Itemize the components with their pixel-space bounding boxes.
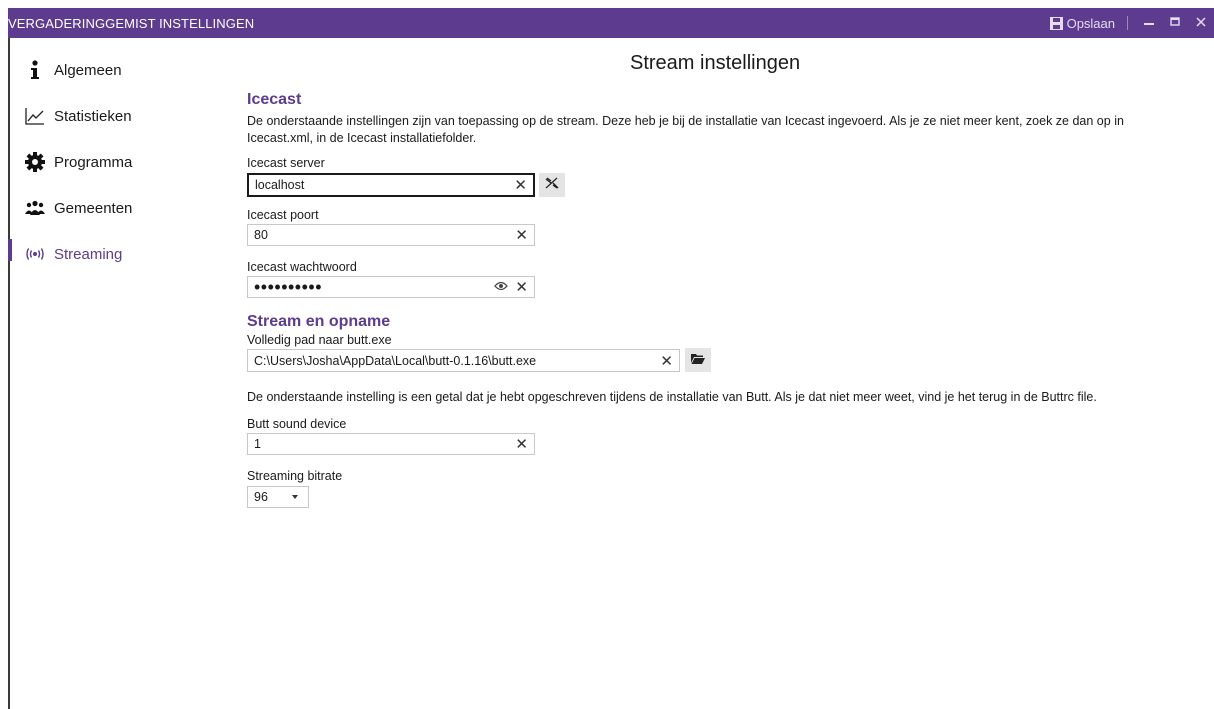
icecast-password-label: Icecast wachtwoord [247, 260, 357, 274]
icecast-password-input[interactable]: •••••••••• ✕ [247, 276, 535, 298]
stream-section-title: Stream en opname [247, 313, 391, 330]
butt-info-text: De onderstaande instelling is een getal … [247, 390, 1097, 404]
sidebar-item-label: Programma [54, 153, 133, 171]
minimize-button[interactable] [1136, 8, 1162, 38]
save-button[interactable]: Opslaan [1044, 16, 1123, 31]
butt-path-label: Volledig pad naar butt.exe [247, 333, 392, 347]
active-indicator [8, 239, 12, 261]
maximize-icon [1170, 14, 1180, 32]
gear-icon [24, 151, 46, 173]
clear-icon[interactable]: ✕ [515, 226, 528, 244]
icecast-server-label: Icecast server [247, 156, 325, 170]
butt-path-input[interactable]: C:\Users\Josha\AppData\Local\butt-0.1.16… [247, 349, 680, 372]
sidebar-item-statistieken[interactable]: Statistieken [8, 93, 218, 139]
icecast-description-line1: De onderstaande instellingen zijn van to… [247, 114, 1124, 128]
title-separator [1127, 16, 1128, 30]
title-bar: VERGADERINGGEMIST INSTELLINGEN Opslaan [8, 8, 1214, 38]
butt-device-input[interactable]: 1 ✕ [247, 433, 535, 455]
bitrate-select[interactable]: 96 [247, 486, 309, 508]
sidebar-item-label: Streaming [54, 245, 123, 263]
disconnect-icon [545, 176, 559, 194]
icecast-password-value: •••••••••• [254, 277, 323, 297]
bitrate-value: 96 [254, 490, 268, 504]
icecast-server-value: localhost [255, 178, 305, 192]
browse-button[interactable] [685, 348, 711, 372]
bitrate-label: Streaming bitrate [247, 469, 343, 483]
sidebar-item-label: Algemeen [54, 61, 122, 79]
clear-icon[interactable]: ✕ [514, 176, 527, 194]
icecast-port-value: 80 [254, 228, 268, 242]
close-icon [1196, 14, 1206, 32]
info-icon [24, 59, 46, 81]
maximize-button[interactable] [1162, 8, 1188, 38]
icecast-port-label: Icecast poort [247, 208, 319, 222]
window-title: VERGADERINGGEMIST INSTELLINGEN [8, 15, 255, 31]
sidebar-item-gemeenten[interactable]: Gemeenten [8, 185, 218, 231]
group-icon [24, 197, 46, 219]
sidebar-item-label: Gemeenten [54, 199, 133, 217]
save-icon [1049, 16, 1063, 30]
sidebar: Algemeen Statistieken Programma Gemeente… [8, 38, 218, 277]
sidebar-item-programma[interactable]: Programma [8, 139, 218, 185]
test-connection-button[interactable] [539, 173, 565, 197]
sidebar-item-streaming[interactable]: Streaming [8, 231, 218, 277]
page-title: Stream instellingen [630, 52, 801, 74]
icecast-port-input[interactable]: 80 ✕ [247, 224, 535, 246]
chart-line-icon [24, 105, 46, 127]
icecast-server-input[interactable]: localhost ✕ [247, 173, 535, 197]
butt-device-label: Butt sound device [247, 417, 347, 431]
broadcast-icon [24, 243, 46, 265]
sidebar-item-label: Statistieken [54, 107, 132, 125]
clear-icon[interactable]: ✕ [515, 435, 528, 453]
icecast-description-line2: Icecast.xml, in de Icecast installatiefo… [247, 131, 477, 145]
eye-icon[interactable] [494, 280, 508, 294]
save-label: Opslaan [1066, 15, 1115, 31]
icecast-section-title: Icecast [247, 91, 302, 108]
clear-icon[interactable]: ✕ [660, 352, 673, 370]
chevron-down-icon [292, 495, 298, 499]
folder-open-icon [691, 351, 705, 369]
butt-device-value: 1 [254, 437, 261, 451]
sidebar-item-algemeen[interactable]: Algemeen [8, 47, 218, 93]
minimize-icon [1144, 14, 1154, 32]
clear-icon[interactable]: ✕ [515, 278, 528, 296]
close-button[interactable] [1188, 8, 1214, 38]
butt-path-value: C:\Users\Josha\AppData\Local\butt-0.1.16… [254, 353, 537, 368]
